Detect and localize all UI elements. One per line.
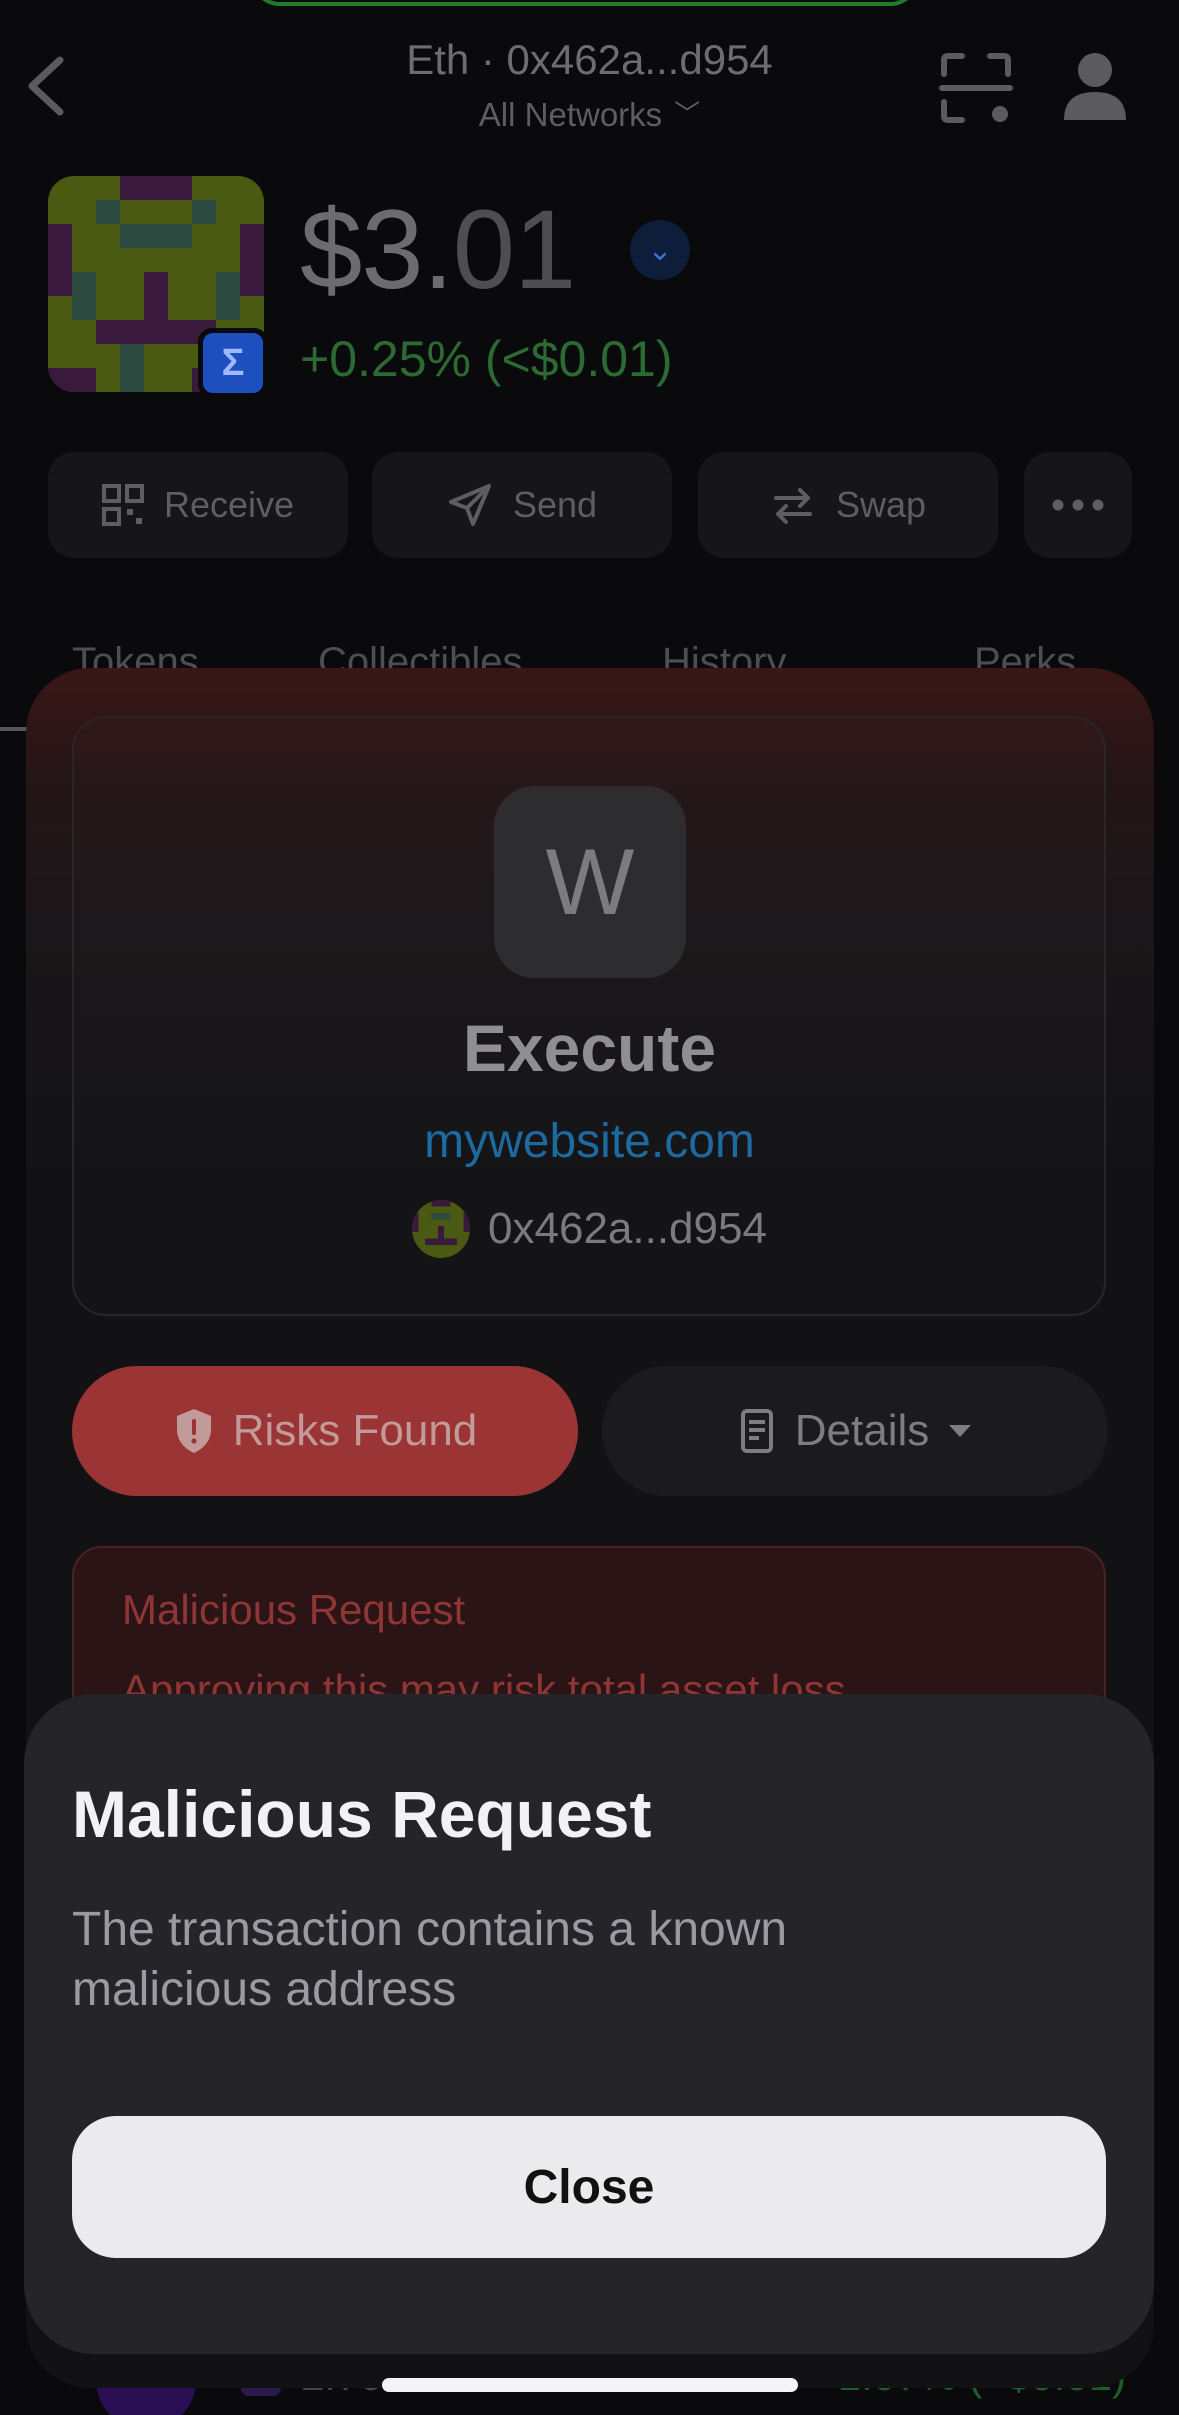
balance-toggle-button[interactable]: ⌄ — [630, 220, 690, 280]
chevron-down-icon: ⌄ — [647, 233, 673, 267]
scan-icon — [939, 53, 1013, 123]
receipt-icon — [740, 1409, 773, 1453]
warning-title: Malicious Request — [122, 1586, 466, 1633]
transaction-title: Execute — [462, 1011, 717, 1085]
dialog-message: The transaction contains a known malicio… — [72, 1903, 788, 2016]
wallet-balance: $3.01 — [300, 185, 577, 314]
send-label: Send — [512, 484, 598, 525]
send-button[interactable]: Send — [372, 452, 672, 558]
home-indicator[interactable] — [382, 2378, 798, 2392]
account-avatar-small — [412, 1200, 471, 1258]
receive-button[interactable]: Receive — [48, 452, 348, 558]
person-icon — [1064, 53, 1126, 120]
dialog-title: Malicious Request — [72, 1777, 652, 1851]
receive-label: Receive — [163, 484, 295, 525]
details-button[interactable]: Details — [602, 1366, 1108, 1496]
signing-account-address: 0x462a...d954 — [488, 1204, 767, 1253]
network-badge: Σ — [198, 328, 268, 398]
details-label: Details — [794, 1406, 930, 1455]
paper-plane-icon — [448, 484, 491, 526]
swap-arrows-icon — [773, 488, 812, 524]
more-dots-icon — [1052, 499, 1104, 511]
profile-button[interactable] — [1060, 50, 1130, 122]
risks-found-button[interactable]: Risks Found — [72, 1366, 578, 1496]
shield-alert-icon — [176, 1409, 211, 1453]
signing-account: 0x462a...d954 — [0, 1200, 1179, 1258]
network-label: All Networks — [478, 96, 663, 133]
sigma-icon: Σ — [203, 333, 263, 393]
scan-button[interactable] — [938, 50, 1014, 126]
chevron-down-icon: ﹀ — [674, 99, 701, 129]
swap-button[interactable]: Swap — [698, 452, 998, 558]
dapp-logo: W — [494, 786, 686, 978]
qr-code-icon — [101, 484, 144, 526]
top-glow-bar — [250, 0, 920, 6]
balance-cents: 01 — [452, 187, 577, 312]
close-button[interactable]: Close — [72, 2116, 1106, 2258]
more-actions-button[interactable] — [1024, 452, 1132, 558]
dapp-site-link[interactable]: mywebsite.com — [0, 1114, 1179, 1169]
balance-change: +0.25% (<$0.01) — [300, 331, 673, 387]
caret-down-icon — [949, 1425, 972, 1437]
risks-found-label: Risks Found — [232, 1406, 478, 1455]
balance-main: $3. — [300, 187, 454, 312]
swap-label: Swap — [835, 484, 927, 525]
